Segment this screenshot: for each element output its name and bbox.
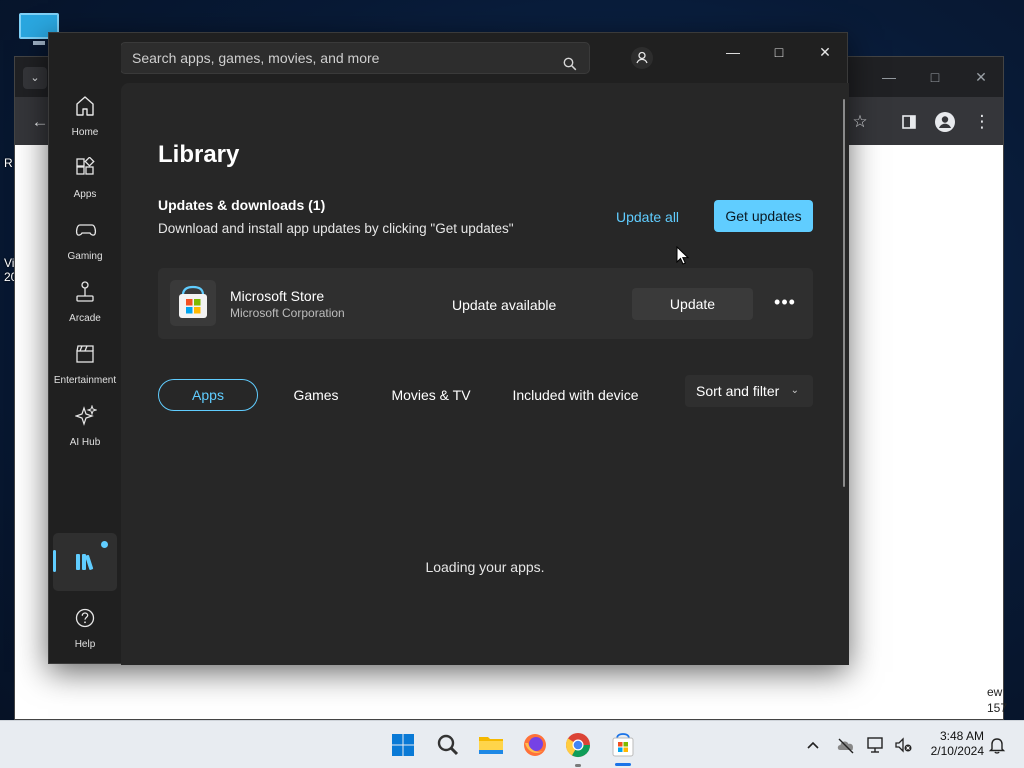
chrome-minimize-icon[interactable]: — (877, 65, 901, 89)
file-explorer-icon[interactable] (475, 729, 507, 761)
chevron-down-icon: ⌄ (790, 385, 799, 396)
nav-label: AI Hub (69, 437, 101, 448)
start-windows-icon[interactable] (387, 729, 419, 761)
chrome-page-fragment: ew (987, 685, 1003, 699)
more-options-button[interactable]: ••• (770, 288, 800, 320)
app-name: Microsoft Store (230, 288, 325, 304)
nav-item-arcade[interactable]: Arcade (49, 279, 121, 337)
bookmark-star-icon[interactable]: ☆ (847, 109, 873, 135)
sort-label: Sort and filter (696, 383, 780, 399)
store-minimize-icon[interactable]: — (717, 42, 749, 62)
home-icon (76, 96, 94, 116)
show-hidden-icons-icon[interactable] (803, 735, 823, 755)
chrome-icon[interactable] (562, 729, 594, 761)
clock-date: 2/10/2024 (930, 744, 984, 758)
account-icon[interactable] (630, 46, 654, 70)
store-titlebar: Search apps, games, movies, and more — □… (49, 33, 847, 83)
help-icon (75, 608, 95, 628)
apps-icon (76, 157, 95, 175)
nav-label: Help (74, 639, 96, 650)
chrome-close-icon[interactable]: ✕ (969, 65, 993, 89)
desktop-label-fragment: R (4, 156, 13, 170)
microsoft-store-taskbar-icon[interactable] (607, 729, 639, 761)
side-panel-icon[interactable] (896, 109, 922, 135)
updates-heading: Updates & downloads (1) (158, 197, 326, 213)
clapperboard-icon (76, 345, 94, 363)
scrollbar[interactable] (843, 99, 845, 487)
chrome-menu-icon[interactable]: ⋮ (969, 109, 995, 135)
search-icon[interactable] (563, 51, 577, 71)
app-publisher: Microsoft Corporation (230, 306, 345, 320)
sparkle-icon (75, 405, 97, 426)
filter-tab-included-with-device[interactable]: Included with device (503, 379, 648, 411)
active-app-indicator (615, 763, 631, 766)
store-nav-rail: Home Apps Gaming Arcade Entertainment AI… (49, 33, 121, 663)
update-button[interactable]: Update (632, 288, 753, 320)
nav-item-help[interactable]: Help (49, 605, 121, 663)
chrome-page-fragment: 157 (987, 701, 1008, 715)
taskbar: 3:48 AM 2/10/2024 (0, 720, 1024, 768)
nav-item-entertainment[interactable]: Entertainment (49, 341, 121, 399)
nav-label: Apps (73, 189, 97, 200)
store-maximize-icon[interactable]: □ (763, 42, 795, 62)
clock[interactable]: 3:48 AM 2/10/2024 (920, 729, 984, 759)
volume-muted-icon[interactable] (893, 735, 913, 755)
filter-tab-games[interactable]: Games (280, 379, 352, 411)
nav-item-home[interactable]: Home (49, 93, 121, 151)
running-indicator (575, 764, 581, 767)
microsoft-store-window[interactable]: Search apps, games, movies, and more — □… (48, 32, 849, 665)
selection-indicator (53, 550, 56, 572)
filter-tab-apps[interactable]: Apps (158, 379, 258, 411)
sort-and-filter-button[interactable]: Sort and filter ⌄ (685, 375, 813, 407)
update-status: Update available (452, 297, 557, 313)
nav-label: Arcade (69, 313, 101, 324)
get-updates-button[interactable]: Get updates (714, 200, 813, 232)
profile-avatar-icon[interactable] (932, 109, 958, 135)
nav-item-apps[interactable]: Apps (49, 155, 121, 213)
update-item-card: Microsoft Store Microsoft Corporation Up… (158, 268, 813, 339)
search-placeholder: Search apps, games, movies, and more (132, 50, 380, 66)
clock-time: 3:48 AM (939, 729, 984, 743)
nav-label: Entertainment (53, 375, 117, 386)
store-close-icon[interactable]: ✕ (809, 42, 841, 62)
desktop-label-fragment: Vi (4, 256, 15, 270)
tab-search-dropdown-icon[interactable]: ⌄ (23, 67, 47, 89)
firefox-icon[interactable] (519, 729, 551, 761)
notification-bell-icon[interactable] (987, 735, 1007, 755)
mouse-cursor-icon (676, 246, 690, 265)
loading-message: Loading your apps. (425, 559, 545, 575)
network-icon[interactable] (866, 735, 886, 755)
search-input[interactable]: Search apps, games, movies, and more (120, 42, 590, 74)
gamepad-icon (75, 224, 97, 236)
search-taskbar-icon[interactable] (432, 729, 464, 761)
filter-tab-movies-tv[interactable]: Movies & TV (380, 379, 482, 411)
page-title: Library (158, 141, 240, 168)
nav-label: Home (71, 127, 99, 138)
chrome-maximize-icon[interactable]: □ (923, 65, 947, 89)
nav-item-library[interactable] (53, 533, 117, 591)
nav-item-gaming[interactable]: Gaming (49, 217, 121, 275)
library-content: Library Updates & downloads (1) Download… (121, 83, 849, 665)
library-icon (76, 554, 94, 570)
nav-label: Gaming (67, 251, 103, 262)
updates-description: Download and install app updates by clic… (158, 221, 514, 236)
update-badge (101, 541, 108, 548)
onedrive-offline-icon[interactable] (835, 735, 855, 755)
update-all-button[interactable]: Update all (616, 209, 679, 225)
microsoft-store-app-icon (170, 280, 216, 326)
nav-item-ai-hub[interactable]: AI Hub (49, 403, 121, 461)
joystick-icon (76, 281, 94, 302)
